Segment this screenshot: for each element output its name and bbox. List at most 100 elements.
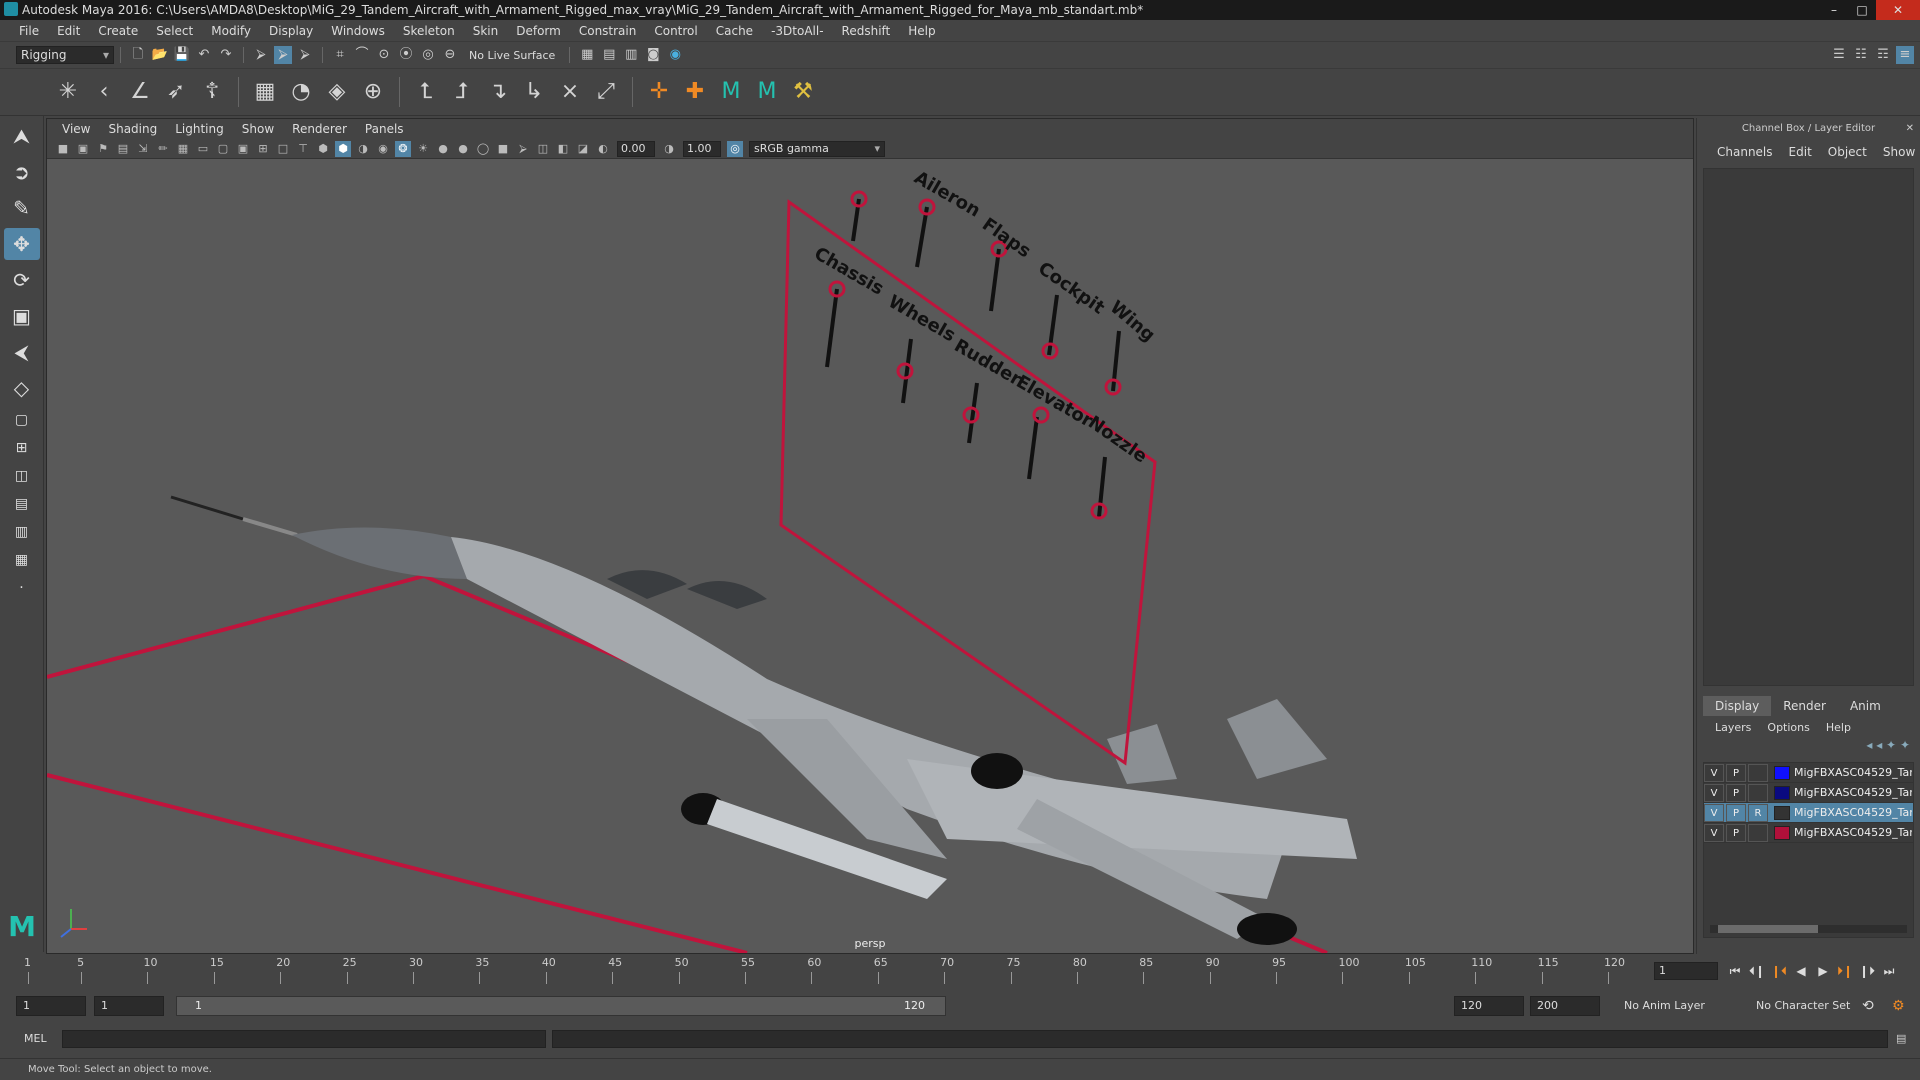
channel-box-icon[interactable]: ≡ [1896, 46, 1914, 64]
maya-tool-alt-icon[interactable]: M [751, 76, 783, 108]
layer-row[interactable]: V P R MigFBXASC04529_Tandem_ [1704, 803, 1913, 823]
layout-outliner-icon[interactable]: ▤ [4, 492, 40, 516]
mirror-weights-icon[interactable]: ↳ [518, 76, 550, 108]
prune-weights-icon[interactable]: ⤢ [590, 76, 622, 108]
layer-color-swatch[interactable] [1774, 805, 1790, 820]
layer-color-swatch[interactable] [1774, 825, 1790, 840]
camera-attributes-icon[interactable]: ▣ [75, 141, 91, 157]
scrollbar-thumb[interactable] [1718, 925, 1818, 933]
snap-projected-icon[interactable]: ⦿ [397, 46, 415, 64]
hik-icon[interactable]: ☦ [196, 76, 228, 108]
layer-playback-toggle[interactable]: P [1726, 803, 1746, 822]
play-backward-button[interactable]: ◀ [1790, 962, 1812, 980]
layer-visibility-toggle[interactable]: V [1704, 763, 1724, 782]
menu-skin[interactable]: Skin [464, 24, 508, 38]
exposure-field[interactable]: 0.00 [617, 140, 655, 157]
wire-icon[interactable]: ◈ [321, 76, 353, 108]
script-language-label[interactable]: MEL [24, 1030, 47, 1048]
menu-constrain[interactable]: Constrain [570, 24, 646, 38]
layer-visibility-toggle[interactable]: V [1704, 803, 1724, 822]
cb-menu-channels[interactable]: Channels [1709, 145, 1781, 159]
two-d-pan-icon[interactable]: ⇲ [135, 141, 151, 157]
lattice-icon[interactable]: ▦ [249, 76, 281, 108]
layer-display-type-toggle[interactable] [1748, 823, 1768, 842]
menu-modify[interactable]: Modify [202, 24, 260, 38]
anim-end-field[interactable]: 200 [1530, 996, 1600, 1016]
layer-horizontal-scrollbar[interactable] [1710, 925, 1907, 933]
hypershade-icon[interactable]: ◙ [644, 46, 662, 64]
menu-create[interactable]: Create [89, 24, 147, 38]
resolution-gate-icon[interactable]: ▢ [215, 141, 231, 157]
layer-playback-toggle[interactable]: P [1726, 823, 1746, 842]
depth-of-field-icon[interactable]: ■ [495, 141, 511, 157]
tab-anim[interactable]: Anim [1838, 696, 1893, 716]
safe-action-icon[interactable]: □ [275, 141, 291, 157]
exposure-icon[interactable]: ◐ [595, 141, 611, 157]
view-transform-dropdown[interactable]: sRGB gamma [749, 140, 885, 157]
safe-title-icon[interactable]: ⊤ [295, 141, 311, 157]
paint-select-icon[interactable]: ✎ [4, 192, 40, 224]
close-icon[interactable]: ✕ [1906, 118, 1914, 140]
grid-toggle-icon[interactable]: ▦ [175, 141, 191, 157]
command-input[interactable] [62, 1030, 546, 1048]
menu-skeleton[interactable]: Skeleton [394, 24, 464, 38]
undo-icon[interactable]: ↶ [195, 46, 213, 64]
gamma-icon[interactable]: ◑ [661, 141, 677, 157]
panel-menu-renderer[interactable]: Renderer [283, 122, 356, 136]
smooth-shade-icon[interactable]: ⬢ [335, 140, 351, 157]
menu-display[interactable]: Display [260, 24, 322, 38]
menu-file[interactable]: File [10, 24, 48, 38]
gamma-field[interactable]: 1.00 [683, 140, 721, 157]
character-set-dropdown[interactable]: No Character Set [1756, 996, 1850, 1016]
paint-weights-icon[interactable]: ↴ [482, 76, 514, 108]
maximize-button[interactable]: □ [1848, 0, 1876, 20]
menu-deform[interactable]: Deform [507, 24, 570, 38]
soft-select-icon[interactable]: ◇ [4, 372, 40, 404]
textured-icon[interactable]: ◉ [375, 141, 391, 157]
bookmark-icon[interactable]: ⚑ [95, 141, 111, 157]
next-key-button[interactable]: ⏵❙ [1834, 962, 1856, 980]
layer-visibility-toggle[interactable]: V [1704, 783, 1724, 802]
attribute-editor-icon[interactable]: ☷ [1852, 46, 1870, 64]
new-scene-icon[interactable]: 🗋 [129, 46, 147, 64]
snap-point-icon[interactable]: ⊙ [375, 46, 393, 64]
wireframe-icon[interactable]: ⬢ [315, 141, 331, 157]
default-material-icon[interactable]: ◑ [355, 141, 371, 157]
time-slider[interactable]: 1 5 10 15 20 25 30 35 40 45 50 55 60 65 70 75 80 85 90 95 10… [0, 954, 1920, 988]
copy-weights-icon[interactable]: ⨯ [554, 76, 586, 108]
new-layer-icon[interactable]: ✦ [1886, 738, 1896, 752]
step-back-button[interactable]: ⏴❙ [1746, 962, 1768, 980]
snap-view-icon[interactable]: ◎ [419, 46, 437, 64]
go-to-end-button[interactable]: ⏭ [1878, 962, 1900, 980]
layout-more-icon[interactable]: · [4, 576, 40, 600]
use-all-lights-icon[interactable]: ❂ [395, 140, 411, 157]
grease-pencil-icon[interactable]: ✏ [155, 141, 171, 157]
time-slider-ticks[interactable]: 1 5 10 15 20 25 30 35 40 45 50 55 60 65 70 75 80 85 90 95 10… [24, 956, 1648, 986]
ambient-occlusion-icon[interactable]: ● [435, 141, 451, 157]
snap-curve-icon[interactable]: ⌒ [353, 46, 371, 64]
cb-menu-edit[interactable]: Edit [1781, 145, 1820, 159]
xray-joints-icon[interactable]: ◧ [555, 141, 571, 157]
cb-menu-object[interactable]: Object [1820, 145, 1875, 159]
maya-tool-icon[interactable]: M [715, 76, 747, 108]
joint-tool-icon[interactable]: ✳ [52, 76, 84, 108]
menu-3dtoall[interactable]: -3DtoAll- [762, 24, 832, 38]
tab-render[interactable]: Render [1771, 696, 1838, 716]
move-layer-down-icon[interactable]: ◂ [1876, 738, 1882, 752]
layer-row[interactable]: V P MigFBXASC04529_Tandem_ [1704, 823, 1913, 843]
rotate-tool-icon[interactable]: ⟳ [4, 264, 40, 296]
color-management-icon[interactable]: ◎ [727, 140, 743, 157]
menu-cache[interactable]: Cache [707, 24, 762, 38]
move-tool-icon[interactable]: ✥ [3, 228, 40, 260]
close-button[interactable]: ✕ [1876, 0, 1920, 20]
gate-mask-icon[interactable]: ▣ [235, 141, 251, 157]
layer-color-swatch[interactable] [1774, 765, 1790, 780]
open-scene-icon[interactable]: 📂 [151, 46, 169, 64]
anti-aliasing-icon[interactable]: ◯ [475, 141, 491, 157]
tool-settings-icon[interactable]: ☶ [1874, 46, 1892, 64]
panel-menu-show[interactable]: Show [233, 122, 283, 136]
isolate-select-icon[interactable]: ⮚ [515, 141, 531, 157]
menu-edit[interactable]: Edit [48, 24, 89, 38]
auto-key-icon[interactable]: ⟲ [1862, 996, 1874, 1016]
rig-control-board[interactable] [779, 199, 1157, 766]
